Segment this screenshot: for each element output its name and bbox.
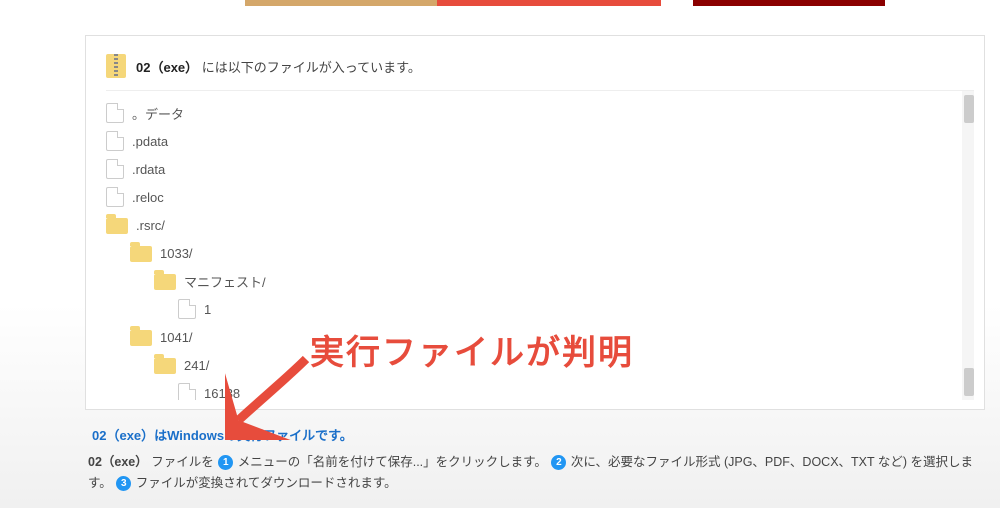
file-icon — [106, 131, 124, 151]
scroll-thumb-bottom[interactable] — [964, 368, 974, 396]
scrollbar-track[interactable] — [962, 91, 974, 400]
file-icon — [106, 103, 124, 123]
badge-3: 3 — [116, 476, 131, 491]
file-icon — [106, 159, 124, 179]
tree-item-label: 16138 — [204, 386, 240, 401]
tree-row[interactable]: 1041/ — [106, 323, 974, 351]
step1-text: ファイルを — [151, 455, 217, 469]
panel-title: 02（exe） には以下のファイルが入っています。 — [136, 57, 421, 76]
step1-after: メニューの「名前を付けて保存...」をクリックします。 — [238, 455, 551, 469]
tree-row[interactable]: .pdata — [106, 127, 974, 155]
tree-row[interactable]: 1 — [106, 295, 974, 323]
step3-after: ファイルが変換されてダウンロードされます。 — [136, 476, 397, 490]
file-icon — [106, 187, 124, 207]
tree-item-label: 241/ — [184, 358, 209, 373]
tree-row[interactable]: マニフェスト/ — [106, 267, 974, 295]
folder-name: 02（exe） — [136, 60, 198, 75]
file-tree: 。データ .pdata .rdata .reloc .rsrc/1033/マニフェスト/… — [106, 90, 974, 400]
tree-row[interactable]: 。データ — [106, 99, 974, 127]
tree-item-label: 。データ — [132, 104, 184, 123]
tree-item-label: .reloc — [132, 190, 164, 205]
panel-description: には以下のファイルが入っています。 — [202, 60, 421, 75]
folder-icon — [154, 358, 176, 374]
tree-row[interactable]: .rsrc/ — [106, 211, 974, 239]
folder-icon — [154, 274, 176, 290]
tree-item-label: 1033/ — [160, 246, 193, 261]
tree-item-label: 1 — [204, 302, 211, 317]
zip-icon — [106, 54, 126, 78]
tree-row[interactable]: 16138 — [106, 379, 974, 400]
tree-item-label: .pdata — [132, 134, 168, 149]
file-contents-panel: 02（exe） には以下のファイルが入っています。 。データ .pdata .rda… — [85, 35, 985, 410]
tree-row[interactable]: 1033/ — [106, 239, 974, 267]
file-type-note: 02（exe）はWindowsの実行ファイルです。 — [92, 425, 353, 444]
tree-row[interactable]: 241/ — [106, 351, 974, 379]
badge-1: 1 — [218, 455, 233, 470]
tree-item-label: 1041/ — [160, 330, 193, 345]
instructions-text: 02（exe） ファイルを 1 メニューの「名前を付けて保存...」をクリックし… — [88, 452, 982, 495]
file-icon — [178, 299, 196, 319]
tree-item-label: .rdata — [132, 162, 165, 177]
tree-row[interactable]: .rdata — [106, 155, 974, 183]
tree-row[interactable]: .reloc — [106, 183, 974, 211]
tree-item-label: マニフェスト/ — [184, 272, 266, 291]
badge-2: 2 — [551, 455, 566, 470]
decorative-top-bar — [245, 0, 885, 6]
panel-header: 02（exe） には以下のファイルが入っています。 — [106, 54, 974, 78]
folder-icon — [130, 246, 152, 262]
folder-icon — [130, 330, 152, 346]
folder-icon — [106, 218, 128, 234]
scroll-thumb-top[interactable] — [964, 95, 974, 123]
file-icon — [178, 383, 196, 400]
tree-item-label: .rsrc/ — [136, 218, 165, 233]
instructions-prefix: 02（exe） — [88, 455, 148, 469]
